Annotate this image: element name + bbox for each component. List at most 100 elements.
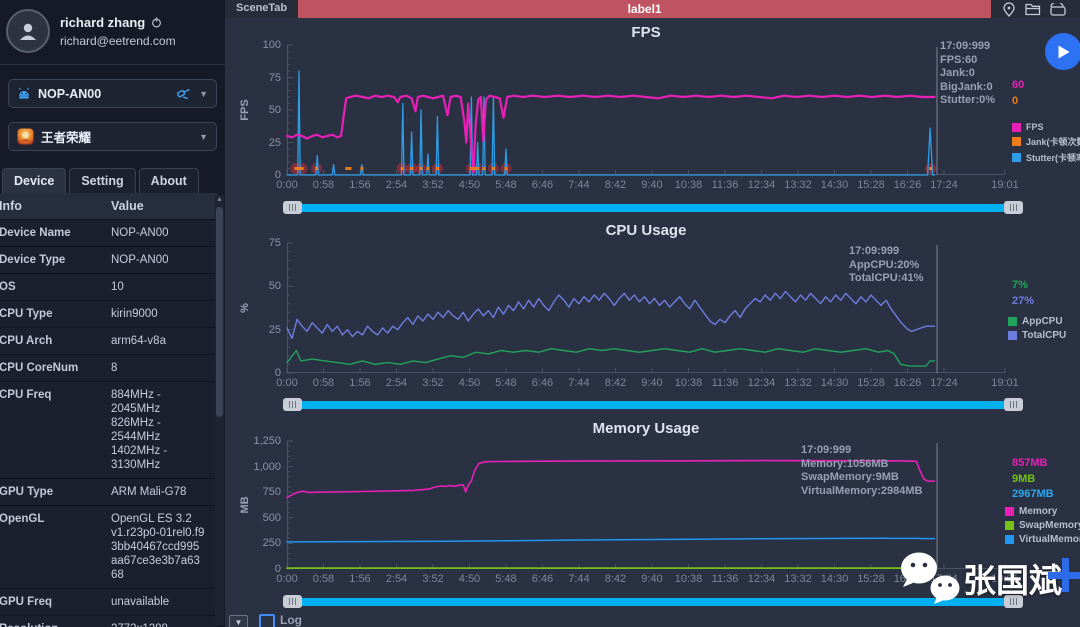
camera-icon[interactable]	[1050, 3, 1066, 16]
tab-about[interactable]: About	[139, 168, 199, 194]
y-tick-label: 0	[229, 367, 281, 379]
legend-swatch	[1012, 123, 1021, 132]
table-cell: OpenGL	[0, 506, 105, 588]
label-banner[interactable]: label1	[298, 0, 991, 18]
scroll-up-icon[interactable]: ▲	[215, 195, 224, 205]
folder-icon[interactable]	[1025, 3, 1041, 16]
tooltip-line: BigJank:0	[940, 81, 995, 95]
person-icon	[17, 20, 39, 42]
y-tick-label: 250	[229, 537, 281, 549]
legend-item: AppCPU	[1008, 316, 1066, 327]
range-handle-right[interactable]	[1004, 595, 1023, 608]
sidebar: richard zhang richard@eetrend.com NOP-	[0, 0, 226, 627]
location-pin-icon[interactable]	[1002, 2, 1016, 17]
table-cell: arm64-v8a	[105, 328, 218, 354]
cursor-tooltip: 17:09:999Memory:1056MBSwapMemory:9MBVirt…	[801, 444, 922, 498]
legend-label: Stutter(卡顿率)	[1026, 151, 1080, 164]
cursor-tooltip: 17:09:999AppCPU:20%TotalCPU:41%	[849, 245, 923, 286]
x-tick-label: 19:01	[983, 377, 1027, 389]
range-handle-left[interactable]	[283, 595, 302, 608]
time-range-scrollbar[interactable]	[283, 595, 1023, 608]
scrollbar-track[interactable]	[286, 598, 1020, 606]
chart-title: FPS	[287, 24, 1005, 41]
usb-connection-icon[interactable]	[176, 87, 192, 100]
tab-setting[interactable]: Setting	[69, 168, 135, 194]
range-handle-left[interactable]	[283, 398, 302, 411]
tooltip-line: VirtualMemory:2984MB	[801, 485, 922, 499]
table-cell: CPU Freq	[0, 382, 105, 478]
legend-label: TotalCPU	[1022, 330, 1066, 341]
table-row: Resolution2772x1288	[0, 616, 218, 627]
table-header-info: Info	[0, 193, 105, 219]
tooltip-line: Stutter:0%	[940, 94, 995, 108]
scrollbar-thumb[interactable]	[216, 207, 223, 417]
current-values: 857MB9MB2967MB	[1012, 456, 1054, 503]
table-scrollbar[interactable]: ▲	[215, 195, 224, 625]
table-cell: NOP-AN00	[105, 220, 218, 246]
tab-device[interactable]: Device	[2, 168, 66, 194]
y-tick-label: 1,250	[229, 435, 281, 447]
table-cell: NOP-AN00	[105, 247, 218, 273]
table-cell: OS	[0, 274, 105, 300]
y-tick-label: 75	[229, 237, 281, 249]
chart-title: Memory Usage	[287, 420, 1005, 437]
table-row: GPU Frequnavailable	[0, 589, 218, 616]
legend-item: Jank(卡顿次数)	[1012, 135, 1080, 148]
time-range-scrollbar[interactable]	[283, 201, 1023, 214]
y-tick-label: 0	[229, 169, 281, 181]
y-tick-label: 1,000	[229, 461, 281, 473]
legend-swatch	[1005, 521, 1014, 530]
y-tick-label: 25	[229, 137, 281, 149]
y-tick-label: 0	[229, 563, 281, 575]
device-info-table: Info Value Device NameNOP-AN00Device Typ…	[0, 193, 218, 627]
device-name-label: NOP-AN00	[38, 87, 169, 101]
table-cell: 8	[105, 355, 218, 381]
user-email: richard@eetrend.com	[60, 34, 176, 48]
current-value: 27%	[1012, 294, 1034, 310]
y-tick-label: 750	[229, 486, 281, 498]
legend-label: Memory	[1019, 506, 1057, 517]
legend-label: AppCPU	[1022, 316, 1063, 327]
game-app-icon	[17, 128, 34, 145]
scrollbar-track[interactable]	[286, 401, 1020, 409]
range-handle-right[interactable]	[1004, 201, 1023, 214]
top-icon-group	[991, 0, 1080, 18]
current-value: 857MB	[1012, 456, 1054, 472]
table-cell: ARM Mali-G78	[105, 479, 218, 505]
chart-legend: AppCPU TotalCPU	[1008, 316, 1066, 344]
table-row: Device TypeNOP-AN00	[0, 247, 218, 274]
table-cell: CPU Type	[0, 301, 105, 327]
table-row: Device NameNOP-AN00	[0, 220, 218, 247]
y-tick-label: 50	[229, 104, 281, 116]
chart-legend: MemorySwapMemoryVirtualMemory	[1005, 506, 1080, 548]
x-tick-label: 17:24	[922, 573, 966, 585]
chevron-down-icon[interactable]: ▼	[199, 132, 208, 142]
table-row: CPU Archarm64-v8a	[0, 328, 218, 355]
table-header-value: Value	[105, 193, 218, 219]
range-handle-left[interactable]	[283, 201, 302, 214]
table-row: CPU CoreNum8	[0, 355, 218, 382]
time-range-scrollbar[interactable]	[283, 398, 1023, 411]
table-cell: GPU Type	[0, 479, 105, 505]
table-cell: 10	[105, 274, 218, 300]
chevron-down-icon[interactable]: ▼	[199, 89, 208, 99]
scrollbar-track[interactable]	[286, 204, 1020, 212]
legend-label: Jank(卡顿次数)	[1026, 135, 1080, 148]
user-name: richard zhang	[60, 15, 145, 30]
log-checkbox[interactable]	[259, 614, 275, 627]
y-tick-label: 75	[229, 72, 281, 84]
x-tick-label: 19:01	[983, 179, 1027, 191]
device-selector[interactable]: NOP-AN00 ▼	[8, 79, 217, 108]
expand-button[interactable]: ▼	[229, 615, 248, 627]
legend-swatch	[1008, 317, 1017, 326]
plot-area[interactable]	[287, 45, 1005, 175]
current-value: 2967MB	[1012, 487, 1054, 503]
table-row: CPU Typekirin9000	[0, 301, 218, 328]
range-handle-right[interactable]	[1004, 398, 1023, 411]
table-cell: 884MHz - 2045MHz 826MHz - 2544MHz 1402MH…	[105, 382, 218, 478]
power-icon[interactable]	[151, 17, 162, 28]
scene-tab[interactable]: SceneTab	[225, 0, 298, 18]
y-tick-label: 500	[229, 512, 281, 524]
table-cell: Resolution	[0, 616, 105, 627]
app-selector[interactable]: 王者荣耀 ▼	[8, 122, 217, 151]
